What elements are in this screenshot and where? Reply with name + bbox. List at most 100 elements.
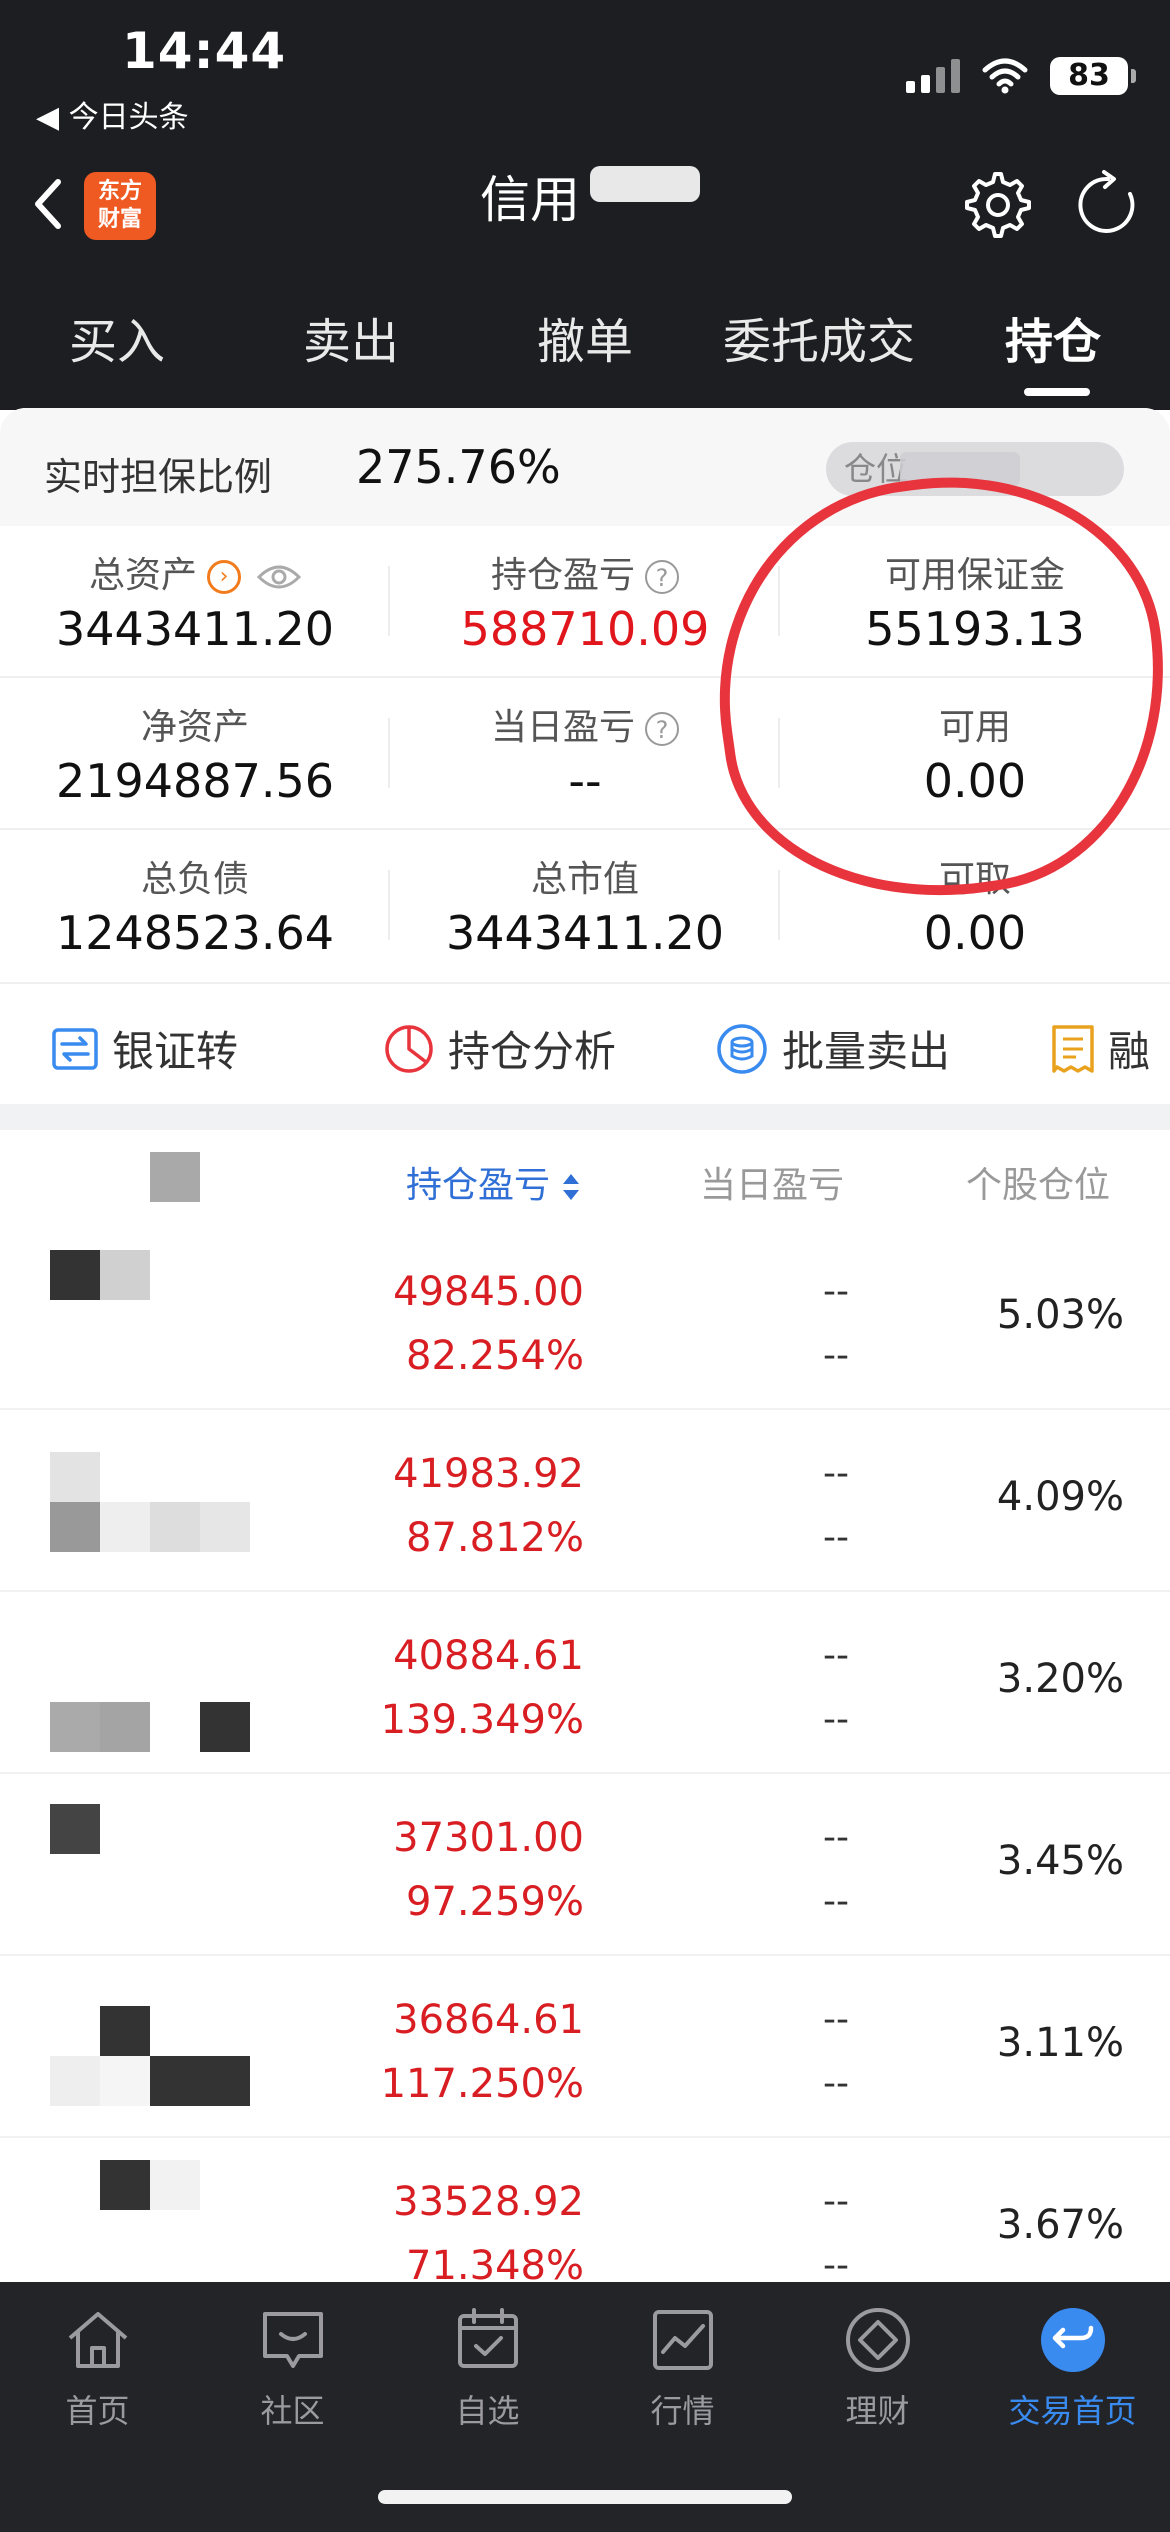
- header: 14:44 ◀ 今日头条 83 东方 财富 信用 买入 卖出 撤单 委托成交 持…: [0, 0, 1170, 410]
- home-indicator[interactable]: [378, 2490, 792, 2504]
- line-chart-icon: [652, 2310, 713, 2370]
- row-pnl: 41983.92: [393, 1451, 584, 1497]
- section-divider: [0, 1104, 1170, 1130]
- market-value-label: 总市值: [530, 859, 639, 900]
- pie-chart-icon: [385, 1024, 433, 1073]
- margin-finance-button[interactable]: 融: [1050, 1018, 1150, 1079]
- position-analysis-button[interactable]: 持仓分析: [382, 1018, 616, 1079]
- document-icon: [1052, 1024, 1094, 1073]
- row-pnl-pct: 97.259%: [406, 1879, 584, 1925]
- redaction-mask: [590, 166, 700, 202]
- nav-home[interactable]: 首页: [0, 2304, 195, 2432]
- row-pnl: 40884.61: [393, 1633, 584, 1679]
- position-analysis-label: 持仓分析: [448, 1027, 617, 1076]
- row-pnl: 37301.00: [393, 1815, 584, 1861]
- row-day-pct: --: [823, 1517, 849, 1558]
- help-icon[interactable]: ?: [645, 712, 679, 746]
- battery-icon: 83: [1050, 57, 1136, 95]
- gear-icon[interactable]: [958, 168, 1032, 242]
- nav-home-label: 首页: [65, 2392, 130, 2430]
- row-day-pct: --: [823, 1699, 849, 1740]
- row-day-pnl: --: [823, 2181, 849, 2222]
- holding-pnl-label: 持仓盈亏: [490, 555, 635, 596]
- divider: [778, 870, 780, 940]
- status-time: 14:44: [122, 22, 287, 80]
- withdrawable-value: 0.00: [923, 906, 1027, 960]
- bank-transfer-button[interactable]: 银证转: [50, 1018, 238, 1079]
- tab-sell[interactable]: 卖出: [234, 300, 468, 390]
- nav-watchlist-label: 自选: [455, 2392, 520, 2430]
- batch-sell-button[interactable]: 批量卖出: [714, 1018, 950, 1079]
- table-row[interactable]: 37301.00 97.259% -- -- 3.45%: [0, 1774, 1170, 1956]
- chevron-right-icon[interactable]: ›: [207, 560, 241, 594]
- cellular-signal-icon: [906, 59, 960, 93]
- net-assets-value: 2194887.56: [55, 754, 335, 808]
- back-to-app-link[interactable]: ◀ 今日头条: [36, 92, 189, 136]
- nav-trade-home[interactable]: 交易首页: [975, 2304, 1170, 2432]
- account-title: 信用: [480, 171, 580, 229]
- nav-market[interactable]: 行情: [585, 2304, 780, 2432]
- eye-icon[interactable]: [257, 563, 301, 591]
- quick-actions: 银证转 持仓分析 批量卖出 融: [0, 998, 1170, 1102]
- row-pnl-pct: 139.349%: [380, 1697, 584, 1743]
- nav-wealth[interactable]: 理财: [780, 2304, 975, 2432]
- return-arrow-icon: [1040, 2308, 1105, 2372]
- brand-logo: 东方 财富: [84, 172, 156, 240]
- nav-wealth-label: 理财: [845, 2392, 910, 2430]
- row-position-ratio: 3.67%: [996, 2202, 1124, 2248]
- column-position-ratio-label[interactable]: 个股仓位: [966, 1156, 1110, 1208]
- nav-community[interactable]: 社区: [195, 2304, 390, 2432]
- column-holding-pnl-sort[interactable]: 持仓盈亏: [406, 1156, 581, 1208]
- row-pnl-pct: 87.812%: [406, 1515, 584, 1561]
- diamond-icon: [845, 2308, 910, 2372]
- column-day-pnl-label[interactable]: 当日盈亏: [700, 1156, 844, 1208]
- divider: [0, 982, 1170, 984]
- redacted-stock-name: [50, 1774, 250, 1954]
- row-pnl-pct: 82.254%: [406, 1333, 584, 1379]
- table-row[interactable]: 40884.61 139.349% -- -- 3.20%: [0, 1592, 1170, 1774]
- tab-orders[interactable]: 委托成交: [702, 300, 936, 390]
- logo-line2: 财富: [97, 207, 142, 232]
- row-pnl: 36864.61: [393, 1997, 584, 2043]
- market-value-cell: 总市值 3443411.20: [390, 830, 780, 982]
- redacted-stock-name: [50, 1410, 250, 1590]
- market-value-value: 3443411.20: [445, 906, 725, 960]
- refresh-icon[interactable]: [1070, 168, 1144, 242]
- table-row[interactable]: 41983.92 87.812% -- -- 4.09%: [0, 1410, 1170, 1592]
- tab-cancel[interactable]: 撤单: [468, 300, 702, 390]
- home-icon: [68, 2312, 127, 2368]
- row-day-pnl: --: [823, 1271, 849, 1312]
- row-position-ratio: 4.09%: [996, 1474, 1124, 1520]
- nav-watchlist[interactable]: 自选: [390, 2304, 585, 2432]
- row-day-pnl: --: [823, 1999, 849, 2040]
- liabilities-cell: 总负债 1248523.64: [0, 830, 390, 982]
- row-day-pnl: --: [823, 1817, 849, 1858]
- help-icon[interactable]: ?: [645, 560, 679, 594]
- redacted-stock-name: [50, 1956, 250, 2136]
- row-position-ratio: 3.11%: [996, 2020, 1124, 2066]
- ratio-label: 实时担保比例: [44, 455, 273, 499]
- watchlist-check-icon: [457, 2308, 518, 2368]
- row-position-ratio: 5.03%: [996, 1292, 1124, 1338]
- row-day-pnl: --: [823, 1453, 849, 1494]
- row-day-pct: --: [823, 1335, 849, 1376]
- back-chevron-icon[interactable]: [28, 174, 68, 234]
- holdings-table-header: 持仓盈亏 当日盈亏 个股仓位: [0, 1130, 1170, 1228]
- nav-community-label: 社区: [260, 2392, 325, 2430]
- row-position-ratio: 3.20%: [996, 1656, 1124, 1702]
- row-day-pnl: --: [823, 1635, 849, 1676]
- row-day-pct: --: [823, 2063, 849, 2104]
- day-pnl-value: --: [568, 754, 602, 808]
- ratio-value: 275.76%: [356, 440, 561, 494]
- net-assets-label: 净资产: [140, 707, 249, 748]
- total-assets-value: 3443411.20: [55, 602, 335, 656]
- row-pnl-pct: 117.250%: [380, 2061, 584, 2107]
- tab-positions[interactable]: 持仓: [936, 300, 1170, 396]
- divider: [388, 870, 390, 940]
- row-pnl: 49845.00: [393, 1269, 584, 1315]
- tab-buy[interactable]: 买入: [0, 300, 234, 390]
- table-row[interactable]: 36864.61 117.250% -- -- 3.11%: [0, 1956, 1170, 2138]
- liabilities-value: 1248523.64: [55, 906, 335, 960]
- status-icons: 83: [906, 56, 1136, 96]
- table-row[interactable]: 49845.00 82.254% -- -- 5.03%: [0, 1228, 1170, 1410]
